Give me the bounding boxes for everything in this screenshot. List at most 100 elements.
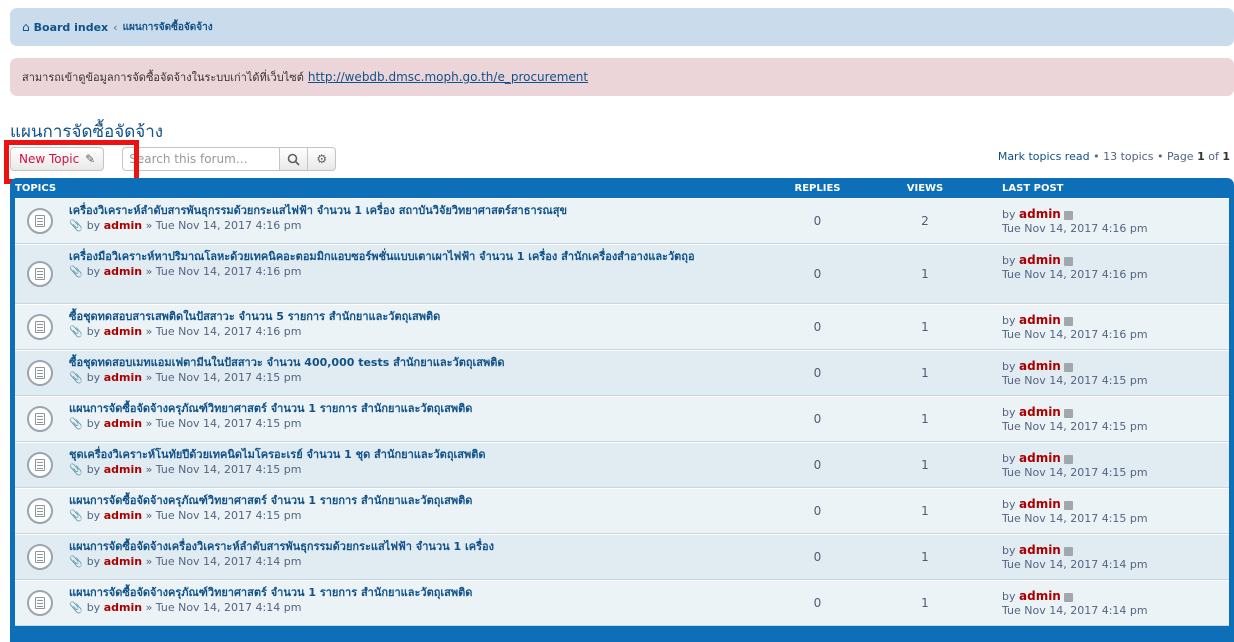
view-latest-post-icon[interactable] (1063, 454, 1073, 464)
topic-title-link[interactable]: ซื้อชุดทดสอบเมทแอมเฟตามีนในปัสสาวะ จำนวน… (69, 356, 775, 370)
last-post-author-link[interactable]: admin (1019, 451, 1061, 465)
last-post-author-link[interactable]: admin (1019, 543, 1061, 557)
topic-author-link[interactable]: admin (104, 463, 142, 476)
views-count: 1 (921, 550, 929, 564)
last-post-cell: by admin Tue Nov 14, 2017 4:14 pm (990, 581, 1148, 625)
topic-rows: เครื่องวิเคราะห์ลำดับสารพันธุกรรมด้วยกระ… (15, 198, 1229, 626)
topic-by-label: by (86, 417, 101, 430)
attachment-icon: 📎 (69, 463, 83, 476)
topic-author-link[interactable]: admin (104, 417, 142, 430)
last-post-date: Tue Nov 14, 2017 4:15 pm (1002, 374, 1148, 387)
last-post-by-label: by (1002, 406, 1016, 419)
last-post-cell: by admin Tue Nov 14, 2017 4:15 pm (990, 351, 1148, 395)
topic-title-link[interactable]: เครื่องวิเคราะห์ลำดับสารพันธุกรรมด้วยกระ… (69, 204, 775, 218)
topic-cell: ซื้อชุดทดสอบเมทแอมเฟตามีนในปัสสาวะ จำนวน… (15, 351, 775, 395)
topic-title-link[interactable]: ซื้อชุดทดสอบสารเสพติดในปัสสาวะ จำนวน 5 ร… (69, 310, 775, 324)
header-topics: Topics (15, 182, 57, 194)
last-post-author-link[interactable]: admin (1019, 589, 1061, 603)
topic-author-link[interactable]: admin (104, 555, 142, 568)
new-topic-button[interactable]: New Topic ✎ (10, 147, 105, 171)
topic-author-link[interactable]: admin (104, 265, 142, 278)
last-post-author-link[interactable]: admin (1019, 359, 1061, 373)
action-bar: New Topic ✎ ⚙ (10, 146, 337, 172)
view-latest-post-icon[interactable] (1063, 592, 1073, 602)
current-page: 1 (1197, 150, 1205, 163)
views-count: 1 (921, 366, 929, 380)
topic-title-link[interactable]: แผนการจัดซื้อจัดจ้างครุภัณฑ์วิทยาศาสตร์ … (69, 402, 775, 416)
topic-cell: แผนการจัดซื้อจัดจ้างครุภัณฑ์วิทยาศาสตร์ … (15, 489, 775, 533)
breadcrumb-forum[interactable]: แผนการจัดซื้อจัดจ้าง (123, 20, 213, 35)
topic-cell: แผนการจัดซื้อจัดจ้างเครื่องวิเคราะห์ลำดั… (15, 535, 775, 579)
last-post-by-label: by (1002, 208, 1016, 221)
table-row: ซื้อชุดทดสอบสารเสพติดในปัสสาวะ จำนวน 5 ร… (15, 304, 1229, 350)
breadcrumb-board-index[interactable]: Board index (34, 21, 109, 34)
topic-by-label: by (86, 325, 101, 338)
last-post-author-link[interactable]: admin (1019, 207, 1061, 221)
search-icon (287, 153, 300, 166)
home-icon[interactable]: ⌂ (22, 20, 30, 34)
topic-title-link[interactable]: เครื่องมือวิเคราะห์หาปริมาณโลหะด้วยเทคนิ… (69, 250, 775, 264)
attachment-icon: 📎 (69, 555, 83, 568)
topic-read-icon (27, 452, 53, 478)
topic-author-link[interactable]: admin (104, 371, 142, 384)
last-post-by-label: by (1002, 254, 1016, 267)
document-icon (35, 268, 45, 280)
replies-count: 0 (813, 320, 822, 334)
view-latest-post-icon[interactable] (1063, 210, 1073, 220)
view-latest-post-icon[interactable] (1063, 500, 1073, 510)
topic-meta: 📎 by admin » Tue Nov 14, 2017 4:15 pm (69, 463, 775, 477)
notice-link[interactable]: http://webdb.dmsc.moph.go.th/e_procureme… (308, 70, 588, 84)
topic-author-link[interactable]: admin (104, 601, 142, 614)
topic-read-icon (27, 544, 53, 570)
topic-meta: 📎 by admin » Tue Nov 14, 2017 4:15 pm (69, 509, 775, 523)
table-row: แผนการจัดซื้อจัดจ้างครุภัณฑ์วิทยาศาสตร์ … (15, 580, 1229, 626)
last-post-author-link[interactable]: admin (1019, 405, 1061, 419)
views-count: 1 (921, 504, 929, 518)
views-count: 1 (921, 458, 929, 472)
topic-by-label: by (86, 463, 101, 476)
replies-count: 0 (813, 458, 822, 472)
search-button[interactable] (280, 147, 309, 171)
topic-read-icon (27, 208, 53, 234)
last-post-cell: by admin Tue Nov 14, 2017 4:16 pm (990, 305, 1148, 349)
views-count: 1 (921, 320, 929, 334)
document-icon (35, 551, 45, 563)
topic-title-link[interactable]: แผนการจัดซื้อจัดจ้างครุภัณฑ์วิทยาศาสตร์ … (69, 494, 775, 508)
topic-list-header: Topics Replies Views Last post (15, 178, 1229, 198)
last-post-cell: by admin Tue Nov 14, 2017 4:16 pm (990, 199, 1148, 243)
last-post-by-label: by (1002, 590, 1016, 603)
table-row: ซื้อชุดทดสอบเมทแอมเฟตามีนในปัสสาวะ จำนวน… (15, 350, 1229, 396)
last-post-author-link[interactable]: admin (1019, 313, 1061, 327)
topic-title-link[interactable]: ชุดเครื่องวิเคราะห์โนทัยปีด้วยเทคนิดไมโค… (69, 448, 775, 462)
topic-title-link[interactable]: แผนการจัดซื้อจัดจ้างครุภัณฑ์วิทยาศาสตร์ … (69, 586, 775, 600)
replies-count: 0 (813, 412, 822, 426)
topic-author-link[interactable]: admin (104, 325, 142, 338)
last-post-author-link[interactable]: admin (1019, 497, 1061, 511)
breadcrumb-separator: ‹ (113, 20, 118, 34)
topic-title-link[interactable]: แผนการจัดซื้อจัดจ้างเครื่องวิเคราะห์ลำดั… (69, 540, 775, 554)
view-latest-post-icon[interactable] (1063, 316, 1073, 326)
view-latest-post-icon[interactable] (1063, 362, 1073, 372)
attachment-icon: 📎 (69, 371, 83, 384)
mark-topics-read-link[interactable]: Mark topics read (998, 150, 1090, 163)
advanced-search-button[interactable]: ⚙ (308, 147, 337, 171)
last-post-cell: by admin Tue Nov 14, 2017 4:15 pm (990, 397, 1148, 441)
topic-meta: 📎 by admin » Tue Nov 14, 2017 4:14 pm (69, 601, 775, 615)
document-icon (35, 215, 45, 227)
last-post-by-label: by (1002, 360, 1016, 373)
view-latest-post-icon[interactable] (1063, 256, 1073, 266)
last-post-by-label: by (1002, 498, 1016, 511)
view-latest-post-icon[interactable] (1063, 408, 1073, 418)
replies-count: 0 (813, 366, 822, 380)
header-replies: Replies (794, 182, 841, 194)
search-input[interactable] (122, 147, 281, 171)
views-count: 2 (921, 214, 929, 228)
topic-author-link[interactable]: admin (104, 509, 142, 522)
view-latest-post-icon[interactable] (1063, 546, 1073, 556)
total-pages: 1 (1222, 150, 1230, 163)
last-post-date: Tue Nov 14, 2017 4:15 pm (1002, 420, 1148, 433)
topic-meta: 📎 by admin » Tue Nov 14, 2017 4:16 pm (69, 325, 775, 339)
last-post-author-link[interactable]: admin (1019, 253, 1061, 267)
topic-author-link[interactable]: admin (104, 219, 142, 232)
views-count: 1 (921, 412, 929, 426)
